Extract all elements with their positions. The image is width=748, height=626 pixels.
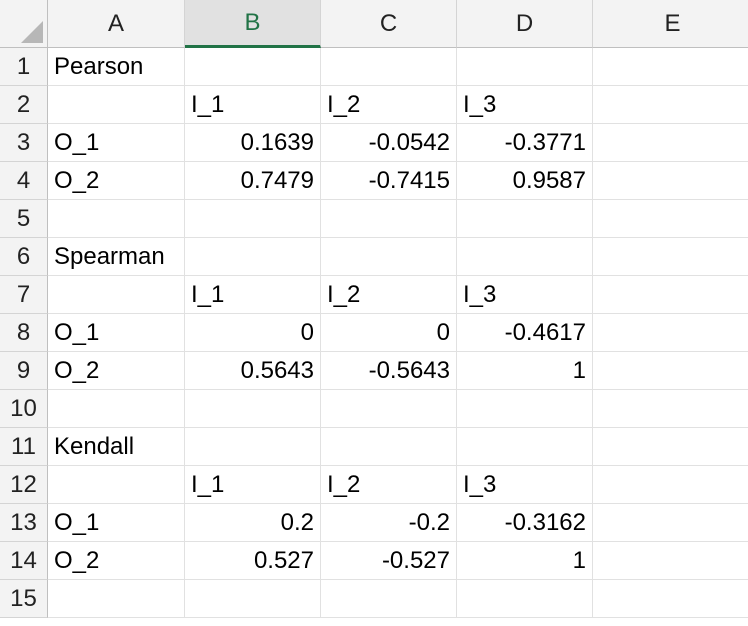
cell-b5[interactable] <box>185 200 321 238</box>
cell-c2[interactable]: I_2 <box>321 86 457 124</box>
cell-b8[interactable]: 0 <box>185 314 321 352</box>
cell-e9[interactable] <box>593 352 748 390</box>
row-header-9[interactable]: 9 <box>0 352 48 390</box>
cell-e7[interactable] <box>593 276 748 314</box>
spreadsheet-grid: A B C D E 1 Pearson 2 I_1 I_2 I_3 3 O_1 0.1639 -0.0542… <box>0 0 748 626</box>
cell-a3[interactable]: O_1 <box>48 124 185 162</box>
column-header-a[interactable]: A <box>48 0 185 48</box>
cell-b11[interactable] <box>185 428 321 466</box>
cell-e8[interactable] <box>593 314 748 352</box>
cell-d1[interactable] <box>457 48 593 86</box>
row-header-14[interactable]: 14 <box>0 542 48 580</box>
cell-b12[interactable]: I_1 <box>185 466 321 504</box>
select-all-triangle-icon <box>21 21 43 43</box>
cell-a15[interactable] <box>48 580 185 618</box>
cell-d8[interactable]: -0.4617 <box>457 314 593 352</box>
cell-c13[interactable]: -0.2 <box>321 504 457 542</box>
cell-c6[interactable] <box>321 238 457 276</box>
cell-d2[interactable]: I_3 <box>457 86 593 124</box>
cell-e1[interactable] <box>593 48 748 86</box>
cell-e4[interactable] <box>593 162 748 200</box>
cell-c12[interactable]: I_2 <box>321 466 457 504</box>
row-header-1[interactable]: 1 <box>0 48 48 86</box>
select-all-button[interactable] <box>0 0 48 48</box>
cell-d11[interactable] <box>457 428 593 466</box>
cell-b10[interactable] <box>185 390 321 428</box>
column-header-b[interactable]: B <box>185 0 321 48</box>
row-header-5[interactable]: 5 <box>0 200 48 238</box>
cell-a6[interactable]: Spearman <box>48 238 185 276</box>
row-header-11[interactable]: 11 <box>0 428 48 466</box>
cell-a10[interactable] <box>48 390 185 428</box>
cell-d4[interactable]: 0.9587 <box>457 162 593 200</box>
cell-e13[interactable] <box>593 504 748 542</box>
cell-c5[interactable] <box>321 200 457 238</box>
cell-e12[interactable] <box>593 466 748 504</box>
cell-a14[interactable]: O_2 <box>48 542 185 580</box>
cell-d15[interactable] <box>457 580 593 618</box>
cell-c7[interactable]: I_2 <box>321 276 457 314</box>
cell-e10[interactable] <box>593 390 748 428</box>
cell-d14[interactable]: 1 <box>457 542 593 580</box>
cell-b13[interactable]: 0.2 <box>185 504 321 542</box>
cell-d6[interactable] <box>457 238 593 276</box>
cell-c4[interactable]: -0.7415 <box>321 162 457 200</box>
cell-b1[interactable] <box>185 48 321 86</box>
row-header-8[interactable]: 8 <box>0 314 48 352</box>
cell-a9[interactable]: O_2 <box>48 352 185 390</box>
cell-a11[interactable]: Kendall <box>48 428 185 466</box>
cell-c14[interactable]: -0.527 <box>321 542 457 580</box>
cell-c1[interactable] <box>321 48 457 86</box>
cell-b15[interactable] <box>185 580 321 618</box>
cell-a4[interactable]: O_2 <box>48 162 185 200</box>
column-header-c[interactable]: C <box>321 0 457 48</box>
cell-c3[interactable]: -0.0542 <box>321 124 457 162</box>
cell-b4[interactable]: 0.7479 <box>185 162 321 200</box>
cell-d7[interactable]: I_3 <box>457 276 593 314</box>
cell-d12[interactable]: I_3 <box>457 466 593 504</box>
cell-c10[interactable] <box>321 390 457 428</box>
cell-e2[interactable] <box>593 86 748 124</box>
cell-d3[interactable]: -0.3771 <box>457 124 593 162</box>
cell-e11[interactable] <box>593 428 748 466</box>
cell-a13[interactable]: O_1 <box>48 504 185 542</box>
row-header-4[interactable]: 4 <box>0 162 48 200</box>
row-header-13[interactable]: 13 <box>0 504 48 542</box>
column-header-e[interactable]: E <box>593 0 748 48</box>
row-header-2[interactable]: 2 <box>0 86 48 124</box>
cell-e15[interactable] <box>593 580 748 618</box>
cell-b6[interactable] <box>185 238 321 276</box>
cell-e14[interactable] <box>593 542 748 580</box>
cell-d10[interactable] <box>457 390 593 428</box>
cell-c9[interactable]: -0.5643 <box>321 352 457 390</box>
cell-a7[interactable] <box>48 276 185 314</box>
cell-d13[interactable]: -0.3162 <box>457 504 593 542</box>
cell-c8[interactable]: 0 <box>321 314 457 352</box>
row-header-15[interactable]: 15 <box>0 580 48 618</box>
cell-c15[interactable] <box>321 580 457 618</box>
cell-a2[interactable] <box>48 86 185 124</box>
cell-b3[interactable]: 0.1639 <box>185 124 321 162</box>
cell-c11[interactable] <box>321 428 457 466</box>
row-header-12[interactable]: 12 <box>0 466 48 504</box>
cell-e6[interactable] <box>593 238 748 276</box>
cell-a8[interactable]: O_1 <box>48 314 185 352</box>
row-header-3[interactable]: 3 <box>0 124 48 162</box>
cell-a5[interactable] <box>48 200 185 238</box>
row-header-7[interactable]: 7 <box>0 276 48 314</box>
cell-d5[interactable] <box>457 200 593 238</box>
cell-d9[interactable]: 1 <box>457 352 593 390</box>
cell-a1[interactable]: Pearson <box>48 48 185 86</box>
cell-e3[interactable] <box>593 124 748 162</box>
row-header-6[interactable]: 6 <box>0 238 48 276</box>
cell-a12[interactable] <box>48 466 185 504</box>
cell-e5[interactable] <box>593 200 748 238</box>
cell-b7[interactable]: I_1 <box>185 276 321 314</box>
cell-b14[interactable]: 0.527 <box>185 542 321 580</box>
row-header-10[interactable]: 10 <box>0 390 48 428</box>
cell-b2[interactable]: I_1 <box>185 86 321 124</box>
cell-b9[interactable]: 0.5643 <box>185 352 321 390</box>
column-header-d[interactable]: D <box>457 0 593 48</box>
